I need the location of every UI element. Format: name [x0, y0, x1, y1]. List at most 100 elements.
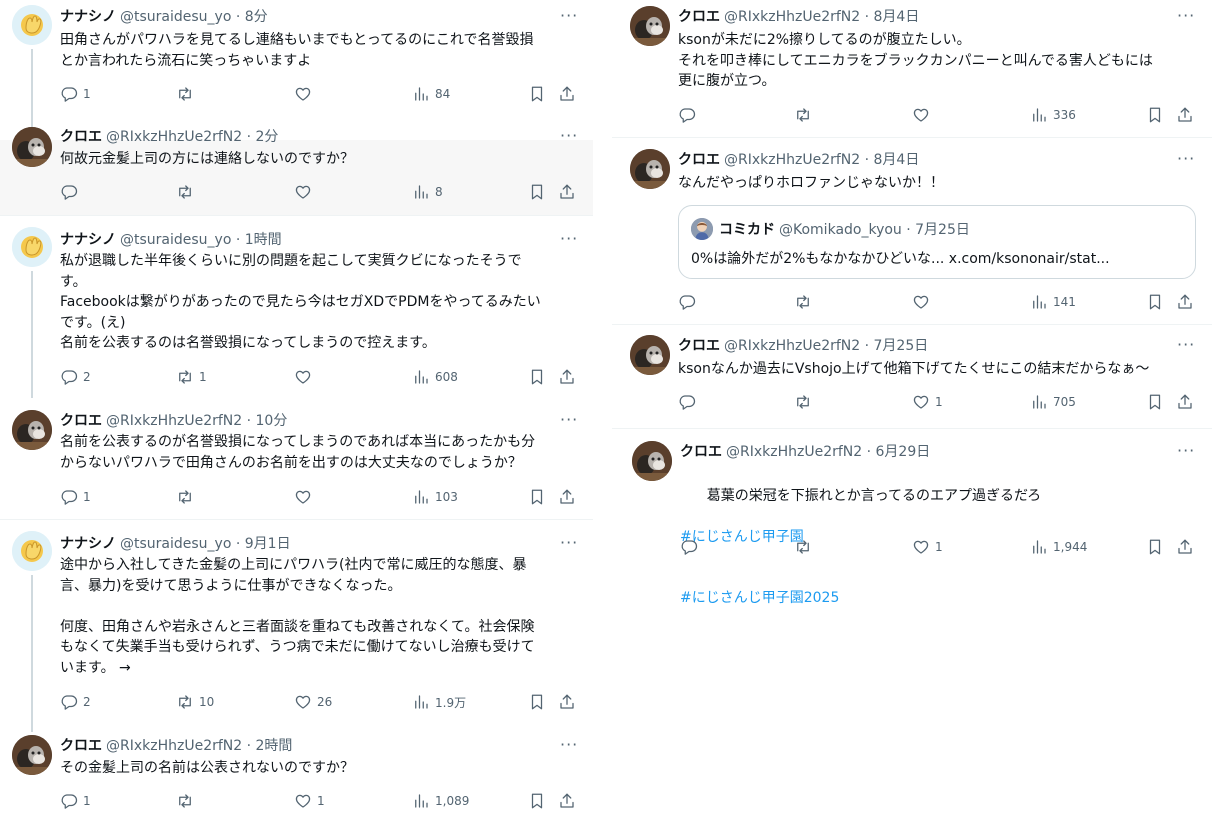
reply-button[interactable]	[680, 537, 698, 557]
like-button[interactable]	[294, 84, 317, 104]
more-icon[interactable]: ···	[560, 533, 578, 553]
reply-button[interactable]	[678, 392, 696, 412]
tweet-card[interactable]: クロエ @RIxkzHhzUe2rfN2 · 2時間 ··· その金髪上司の名前は…	[0, 729, 593, 822]
tweet-card[interactable]: ナナシノ @tsuraidesu_yo · 1時間 ··· 私が退職した半年後くら…	[0, 223, 593, 398]
retweet-button[interactable]	[176, 487, 194, 507]
more-icon[interactable]: ···	[1177, 335, 1195, 355]
bookmark-button[interactable]	[528, 182, 546, 202]
bookmark-button[interactable]	[528, 487, 546, 507]
share-button[interactable]	[1176, 292, 1194, 312]
share-button[interactable]	[558, 182, 576, 202]
views-button[interactable]: 103	[412, 487, 458, 507]
reply-button[interactable]: 1	[60, 84, 91, 104]
retweet-button[interactable]: 1	[176, 367, 207, 387]
views-button[interactable]: 705	[1030, 392, 1076, 412]
share-button[interactable]	[1176, 537, 1194, 557]
retweet-button[interactable]	[176, 791, 194, 811]
more-icon[interactable]: ···	[560, 229, 578, 249]
avatar[interactable]	[12, 531, 52, 571]
tweet-card[interactable]: クロエ @RIxkzHhzUe2rfN2 · 8月4日 ··· なんだやっぱりホロ…	[612, 143, 1212, 323]
bookmark-button[interactable]	[528, 367, 546, 387]
more-icon[interactable]: ···	[560, 410, 578, 430]
retweet-button[interactable]	[794, 392, 812, 412]
share-button[interactable]	[558, 791, 576, 811]
like-button[interactable]: 1	[912, 537, 943, 557]
reply-button[interactable]	[678, 292, 696, 312]
more-icon[interactable]: ···	[560, 735, 578, 755]
quoted-tweet[interactable]: コミカド @Komikado_kyou · 7月25日 0%は論外だが2%もなかな…	[678, 205, 1196, 279]
views-button[interactable]: 1,089	[412, 791, 469, 811]
more-icon[interactable]: ···	[1177, 441, 1195, 461]
views-button[interactable]: 608	[412, 367, 458, 387]
views-button[interactable]: 336	[1030, 105, 1076, 125]
avatar[interactable]	[12, 5, 52, 45]
share-button[interactable]	[1176, 392, 1194, 412]
share-button[interactable]	[558, 487, 576, 507]
retweet-button[interactable]	[794, 105, 812, 125]
tweet-card[interactable]: ナナシノ @tsuraidesu_yo · 8分 ··· 田角さんがパワハラを見て…	[0, 0, 593, 130]
like-button[interactable]: 26	[294, 692, 332, 712]
reply-button[interactable]: 1	[60, 487, 91, 507]
like-button[interactable]	[294, 182, 312, 202]
like-button[interactable]	[912, 105, 930, 125]
bookmark-button[interactable]	[528, 791, 546, 811]
views-button[interactable]: 1,944	[1030, 537, 1087, 557]
views-button[interactable]: 141	[1030, 292, 1076, 312]
avatar[interactable]	[12, 227, 52, 267]
avatar[interactable]	[12, 735, 52, 775]
avatar[interactable]	[630, 149, 670, 189]
tweet-card[interactable]: ナナシノ @tsuraidesu_yo · 9月1日 ··· 途中から入社してきた…	[0, 527, 593, 732]
like-button[interactable]	[294, 367, 312, 387]
share-button[interactable]	[558, 692, 576, 712]
display-name[interactable]: クロエ	[60, 129, 102, 145]
quoted-display-name[interactable]: コミカド	[719, 222, 775, 238]
bookmark-button[interactable]	[528, 692, 546, 712]
more-icon[interactable]: ···	[560, 6, 578, 26]
tweet-card[interactable]: クロエ @RIxkzHhzUe2rfN2 · 10分 ··· 名前を公表するのが名…	[0, 404, 593, 514]
display-name[interactable]: クロエ	[680, 444, 722, 460]
bookmark-button[interactable]	[1146, 292, 1164, 312]
avatar[interactable]	[630, 335, 670, 375]
hashtag-link[interactable]: #にじさんじ甲子園2025	[680, 588, 1041, 609]
display-name[interactable]: クロエ	[678, 338, 720, 354]
reply-button[interactable]	[678, 105, 696, 125]
views-button[interactable]: 84	[412, 84, 450, 104]
reply-button[interactable]: 1	[60, 791, 91, 811]
display-name[interactable]: ナナシノ	[60, 232, 116, 248]
tweet-card[interactable]: クロエ @RIxkzHhzUe2rfN2 · 8月4日 ··· ksonが未だに2…	[612, 0, 1212, 136]
more-icon[interactable]: ···	[1177, 149, 1195, 169]
display-name[interactable]: クロエ	[678, 9, 720, 25]
display-name[interactable]: ナナシノ	[60, 536, 116, 552]
tweet-card[interactable]: クロエ @RIxkzHhzUe2rfN2 · 6月29日 ··· 葛葉の栄冠を下振…	[612, 435, 1212, 606]
like-button[interactable]	[294, 487, 312, 507]
more-icon[interactable]: ···	[1177, 6, 1195, 26]
reply-button[interactable]: 2	[60, 367, 91, 387]
share-button[interactable]	[1176, 105, 1194, 125]
tweet-card[interactable]: クロエ @RIxkzHhzUe2rfN2 · 7月25日 ··· ksonなんか過…	[612, 329, 1212, 427]
views-button[interactable]: 1.9万	[412, 692, 466, 712]
avatar[interactable]	[632, 441, 672, 481]
more-icon[interactable]: ···	[560, 126, 578, 146]
avatar[interactable]	[12, 127, 52, 167]
reply-button[interactable]: 2	[60, 692, 91, 712]
avatar[interactable]	[12, 410, 52, 450]
like-button[interactable]: 1	[912, 392, 943, 412]
reply-button[interactable]	[60, 182, 83, 202]
display-name[interactable]: クロエ	[678, 152, 720, 168]
avatar[interactable]	[630, 6, 670, 46]
like-button[interactable]: 1	[294, 791, 325, 811]
display-name[interactable]: クロエ	[60, 738, 102, 754]
bookmark-button[interactable]	[1146, 105, 1164, 125]
bookmark-button[interactable]	[1146, 392, 1164, 412]
retweet-button[interactable]	[794, 292, 812, 312]
bookmark-button[interactable]	[528, 84, 546, 104]
tweet-card[interactable]: クロエ @RIxkzHhzUe2rfN2 · 2分 ··· 何故元金髪上司の方には…	[0, 120, 593, 215]
display-name[interactable]: ナナシノ	[60, 9, 116, 25]
retweet-button[interactable]	[794, 537, 812, 557]
share-button[interactable]	[558, 367, 576, 387]
bookmark-button[interactable]	[1146, 537, 1164, 557]
like-button[interactable]	[912, 292, 930, 312]
retweet-button[interactable]	[176, 182, 194, 202]
retweet-button[interactable]: 10	[176, 692, 214, 712]
share-button[interactable]	[558, 84, 576, 104]
